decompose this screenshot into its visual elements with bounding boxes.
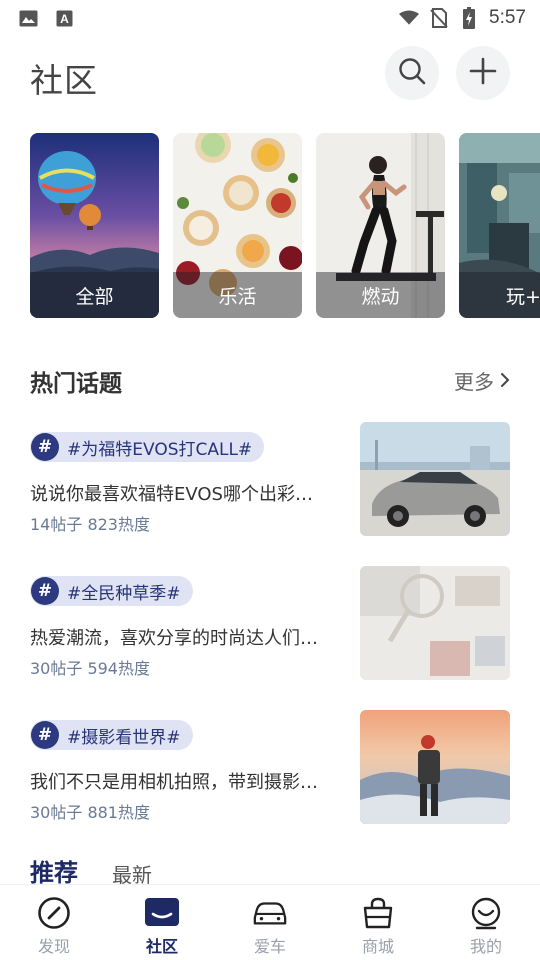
font-notification-icon: A [54, 8, 74, 28]
topic-item[interactable]: # #为福特EVOS打CALL# 说说你最喜欢福特EVOS哪个出彩… 14帖子 … [30, 422, 510, 536]
battery-charging-icon [459, 7, 479, 29]
topic-tag[interactable]: # #全民种草季# [30, 576, 193, 606]
desk-items-image [360, 566, 510, 680]
section-title: 热门话题 [30, 371, 122, 397]
chevron-right-icon [500, 369, 510, 393]
nav-item-mine[interactable]: 我的 [432, 885, 540, 960]
hiker-mountain-image [360, 710, 510, 824]
nav-label: 发现 [37, 937, 70, 956]
category-carousel[interactable]: 全部 乐活 燃动 玩+ [30, 133, 540, 318]
status-time: 5:57 [489, 7, 526, 28]
nav-label: 我的 [469, 937, 502, 956]
svg-text:A: A [60, 12, 69, 26]
more-label: 更多 [454, 370, 494, 394]
smile-icon [468, 895, 504, 931]
compass-icon [36, 895, 72, 931]
nav-item-car[interactable]: 爱车 [216, 885, 324, 960]
topic-tag[interactable]: # #摄影看世界# [30, 720, 193, 750]
category-label: 全部 [75, 285, 114, 308]
nav-label: 社区 [145, 937, 178, 956]
plus-icon [469, 57, 497, 89]
hashtag-icon: # [31, 433, 59, 461]
hashtag-icon: # [31, 577, 59, 605]
category-card-all[interactable]: 全部 [30, 133, 159, 318]
nav-item-discover[interactable]: 发现 [0, 885, 108, 960]
nav-item-mall[interactable]: 商城 [324, 885, 432, 960]
category-card-play[interactable]: 玩+ [459, 133, 540, 318]
topic-desc: 说说你最喜欢福特EVOS哪个出彩… [30, 484, 313, 505]
topic-thumbnail [360, 422, 510, 536]
topic-tag-text: #为福特EVOS打CALL# [67, 439, 253, 460]
category-label: 玩+ [506, 285, 540, 308]
topic-item[interactable]: # #全民种草季# 热爱潮流，喜欢分享的时尚达人们… 30帖子 594热度 [30, 566, 510, 680]
topic-tag-text: #摄影看世界# [67, 727, 181, 748]
community-icon [144, 895, 180, 931]
category-card-fitness[interactable]: 燃动 [316, 133, 445, 318]
image-notification-icon [18, 8, 38, 28]
topic-thumbnail [360, 566, 510, 680]
shopping-bag-icon [360, 895, 396, 931]
car-photo-image [360, 422, 510, 536]
category-label: 乐活 [218, 285, 257, 308]
category-label: 燃动 [361, 285, 400, 308]
add-post-button[interactable] [456, 46, 510, 100]
hashtag-icon: # [31, 721, 59, 749]
page-header: 社区 [0, 44, 540, 104]
topic-item[interactable]: # #摄影看世界# 我们不只是用相机拍照，带到摄影… 30帖子 881热度 [30, 710, 510, 824]
car-icon [252, 895, 288, 931]
nav-label: 爱车 [253, 937, 286, 956]
no-sim-icon [429, 8, 449, 28]
topic-meta: 30帖子 881热度 [30, 803, 150, 822]
topic-tag-text: #全民种草季# [67, 583, 181, 604]
search-icon [398, 57, 426, 89]
status-bar: A 5:57 [0, 0, 540, 36]
topic-thumbnail [360, 710, 510, 824]
hot-topics-header: 热门话题 更多 [30, 360, 510, 400]
topic-desc: 我们不只是用相机拍照，带到摄影… [30, 772, 318, 793]
topic-tag[interactable]: # #为福特EVOS打CALL# [30, 432, 265, 462]
topic-meta: 14帖子 823热度 [30, 515, 150, 534]
page-title: 社区 [30, 61, 98, 100]
category-card-lifestyle[interactable]: 乐活 [173, 133, 302, 318]
topic-desc: 热爱潮流，喜欢分享的时尚达人们… [30, 628, 318, 649]
more-link[interactable]: 更多 [454, 366, 510, 395]
bottom-nav: 发现 社区 爱车 商城 我的 [0, 884, 540, 960]
search-button[interactable] [385, 46, 439, 100]
nav-item-community[interactable]: 社区 [108, 885, 216, 960]
wifi-icon [399, 8, 420, 28]
topic-meta: 30帖子 594热度 [30, 659, 150, 678]
nav-label: 商城 [361, 937, 394, 956]
